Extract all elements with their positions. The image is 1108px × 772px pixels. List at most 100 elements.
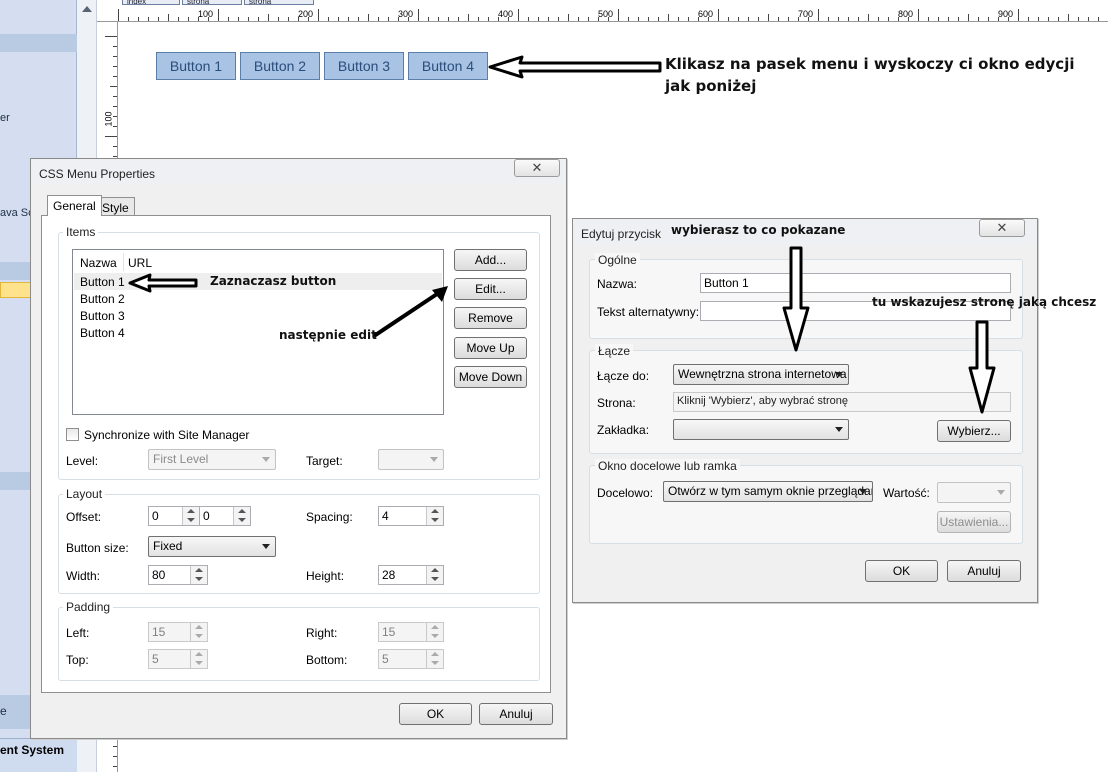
spinner-icon[interactable] bbox=[426, 566, 443, 584]
padding-left-value: 15 bbox=[152, 625, 166, 639]
cancel-button[interactable]: Anuluj bbox=[479, 703, 553, 725]
ok-button[interactable]: OK bbox=[399, 703, 472, 725]
canvas-menu-button[interactable]: Button 3 bbox=[324, 52, 404, 80]
spinner-icon[interactable] bbox=[190, 623, 207, 641]
close-button[interactable]: ✕ bbox=[979, 219, 1025, 237]
ruler-tick bbox=[1048, 17, 1049, 21]
height-label: Height: bbox=[306, 569, 345, 583]
padding-bottom-value: 5 bbox=[382, 652, 389, 666]
canvas-menu-button[interactable]: Button 4 bbox=[408, 52, 488, 80]
spinner-icon[interactable] bbox=[426, 623, 443, 641]
target-select[interactable]: Otwórz w tym samym oknie przeglądarki bbox=[663, 481, 873, 502]
ruler-tick bbox=[113, 746, 117, 747]
value-label: Wartość: bbox=[883, 486, 930, 500]
ruler-tick bbox=[438, 17, 439, 21]
page-tab[interactable]: strona bbox=[244, 0, 314, 5]
spinner-icon[interactable] bbox=[190, 650, 207, 668]
value-select[interactable] bbox=[937, 482, 1011, 503]
move-up-button[interactable]: Move Up bbox=[454, 337, 527, 359]
choose-button[interactable]: Wybierz... bbox=[937, 420, 1011, 442]
arrow-down-icon bbox=[782, 246, 810, 352]
spinner-icon[interactable] bbox=[426, 507, 443, 525]
list-item[interactable]: Button 4 bbox=[80, 326, 125, 340]
ruler-number: 400 bbox=[498, 9, 514, 19]
remove-button[interactable]: Remove bbox=[454, 307, 527, 329]
link-to-select[interactable]: Wewnętrzna strona internetowa bbox=[673, 364, 849, 385]
page-label: Strona: bbox=[597, 396, 636, 410]
sync-checkbox[interactable] bbox=[66, 428, 79, 441]
alt-text-label: Tekst alternatywny: bbox=[597, 305, 700, 319]
ruler-tick bbox=[878, 17, 879, 21]
cancel-button[interactable]: Anuluj bbox=[947, 560, 1021, 582]
name-field[interactable]: Button 1 bbox=[700, 273, 1011, 293]
offset-label: Offset: bbox=[66, 510, 102, 524]
level-select-value: First Level bbox=[153, 452, 209, 466]
offset-x-field[interactable]: 0 bbox=[148, 506, 200, 526]
offset-y-field[interactable]: 0 bbox=[199, 506, 251, 526]
list-item[interactable]: Button 1 bbox=[80, 275, 125, 289]
padding-right-field[interactable]: 15 bbox=[378, 622, 444, 642]
ruler-tick bbox=[113, 126, 117, 127]
padding-bottom-field[interactable]: 5 bbox=[378, 649, 444, 669]
width-field[interactable]: 80 bbox=[148, 565, 208, 585]
level-select[interactable]: First Level bbox=[148, 449, 276, 470]
group-label: Łącze bbox=[595, 344, 634, 358]
spinner-icon[interactable] bbox=[190, 566, 207, 584]
ok-button[interactable]: OK bbox=[865, 560, 938, 582]
add-button[interactable]: Add... bbox=[454, 249, 527, 271]
edit-button[interactable]: Edit... bbox=[454, 278, 527, 300]
page-field[interactable]: Kliknij 'Wybierz', aby wybrać stronę bbox=[673, 392, 1011, 412]
ruler-number: 500 bbox=[598, 9, 614, 19]
list-item[interactable]: Button 2 bbox=[80, 292, 125, 306]
ruler-tick bbox=[858, 17, 859, 21]
ruler-tick bbox=[228, 17, 229, 21]
spinner-icon[interactable] bbox=[182, 507, 199, 525]
page-tab[interactable]: strona bbox=[182, 0, 242, 5]
ruler-tick bbox=[113, 76, 117, 77]
page-tab[interactable]: index bbox=[122, 0, 180, 5]
button-size-select[interactable]: Fixed bbox=[148, 536, 276, 557]
padding-right-value: 15 bbox=[382, 625, 396, 639]
ruler-number: 100 bbox=[103, 111, 114, 127]
canvas-menu-button[interactable]: Button 2 bbox=[240, 52, 320, 80]
ruler-tick bbox=[738, 17, 739, 21]
side-panel-text: er bbox=[0, 112, 10, 124]
settings-button[interactable]: Ustawienia... bbox=[937, 511, 1011, 533]
side-panel-footer-label: ent System bbox=[0, 743, 65, 757]
ruler-tick bbox=[113, 96, 117, 97]
ruler-tick bbox=[268, 14, 269, 21]
ruler-tick bbox=[448, 17, 449, 21]
column-header[interactable]: Nazwa bbox=[80, 256, 117, 270]
ruler-tick bbox=[428, 17, 429, 21]
tab-general[interactable]: General bbox=[47, 195, 102, 216]
bookmark-select[interactable] bbox=[673, 419, 849, 440]
padding-top-field[interactable]: 5 bbox=[148, 649, 208, 669]
ruler-tick bbox=[118, 9, 119, 21]
height-field[interactable]: 28 bbox=[378, 565, 444, 585]
spacing-field[interactable]: 4 bbox=[378, 506, 444, 526]
close-button[interactable]: ✕ bbox=[514, 159, 560, 177]
width-label: Width: bbox=[66, 569, 101, 583]
chevron-down-icon bbox=[430, 457, 438, 462]
padding-bottom-label: Bottom: bbox=[306, 653, 348, 667]
scroll-up-icon[interactable] bbox=[82, 6, 92, 12]
canvas-menu-button[interactable]: Button 1 bbox=[156, 52, 236, 80]
target-select[interactable] bbox=[378, 449, 444, 470]
list-item[interactable]: Button 3 bbox=[80, 309, 125, 323]
ruler-tick bbox=[1058, 17, 1059, 21]
ruler-tick bbox=[948, 17, 949, 21]
ruler-tick bbox=[148, 17, 149, 21]
spinner-icon[interactable] bbox=[233, 507, 250, 525]
ruler-tick bbox=[113, 46, 117, 47]
bookmark-label: Zakładka: bbox=[597, 423, 650, 437]
group-label: Items bbox=[63, 225, 99, 239]
button-size-value: Fixed bbox=[153, 539, 183, 553]
padding-left-field[interactable]: 15 bbox=[148, 622, 208, 642]
move-down-button[interactable]: Move Down bbox=[454, 366, 527, 388]
ruler-tick bbox=[113, 756, 117, 757]
group-label: Layout bbox=[63, 487, 106, 501]
column-header[interactable]: URL bbox=[128, 256, 152, 270]
ruler-tick bbox=[578, 17, 579, 21]
ruler-tick bbox=[278, 17, 279, 21]
spinner-icon[interactable] bbox=[426, 650, 443, 668]
